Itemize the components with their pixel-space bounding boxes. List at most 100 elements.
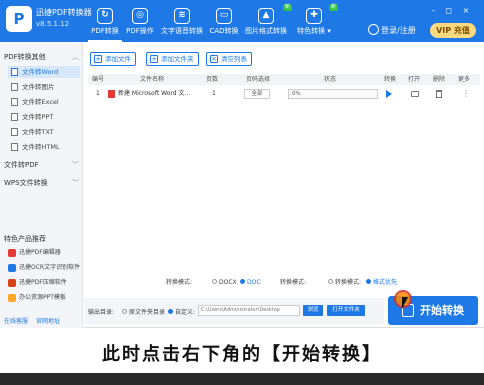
product-pdf-editor[interactable]: 迅捷PDF编辑器 <box>6 247 82 259</box>
play-icon[interactable] <box>386 90 392 98</box>
file-icon <box>11 113 18 121</box>
col-pages: 页数 <box>206 76 219 83</box>
browse-button[interactable]: 浏览 <box>303 305 323 316</box>
option-label: DOCX <box>219 279 237 286</box>
app-name: 迅捷PDF转换器 <box>36 8 92 17</box>
tab-label: PDF操作 <box>126 27 154 35</box>
product-label: 迅捷PDF编辑器 <box>19 249 61 256</box>
sidebar-item-label: 文件转HTML <box>22 143 60 151</box>
col-more: 更多 <box>458 76 471 83</box>
app-window: P 迅捷PDF转换器 v8.5.1.12 ↻ PDF转换 ◎ PDF操作 ≋ 文… <box>0 0 484 328</box>
radio-checked-icon <box>168 309 173 314</box>
tab-text-voice[interactable]: ≋ 文字语音转换 <box>160 0 204 42</box>
product-compress[interactable]: 迅捷PDF压缩软件 <box>6 277 82 289</box>
folder-icon[interactable] <box>411 91 419 97</box>
website-link[interactable]: 官网地址 <box>36 318 60 325</box>
button-label: 清空列表 <box>221 55 247 63</box>
window-controls[interactable]: - ◻ × <box>432 6 473 15</box>
sidebar-item-to-excel[interactable]: 文件转Excel <box>8 96 80 108</box>
cursor-icon <box>402 297 408 309</box>
tab-pdf-operate[interactable]: ◎ PDF操作 <box>124 0 156 42</box>
product-label: 迅捷OCR文字识别软件 <box>19 264 81 271</box>
sidebar-section-pdf-convert[interactable]: PDF转换其他 ︿ <box>4 52 79 62</box>
option-label: 原文件夹目录 <box>129 309 166 316</box>
section-label: 文件转PDF <box>4 161 39 169</box>
app-logo: P <box>6 6 32 32</box>
col-open: 打开 <box>408 76 421 83</box>
add-file-button[interactable]: + 添加文件 <box>90 52 136 66</box>
product-label: 办公资源PPT模板 <box>19 294 66 301</box>
option-label: 自定义: <box>175 309 196 316</box>
trash-icon[interactable] <box>436 90 442 98</box>
col-convert: 转换 <box>384 76 397 83</box>
chevron-down-icon: ▾ <box>327 27 331 35</box>
audio-icon: ≋ <box>174 8 190 24</box>
output-custom-option[interactable]: 自定义: <box>168 307 195 316</box>
vip-button[interactable]: VIP 充值 <box>430 23 476 38</box>
refresh-icon: ↻ <box>97 8 113 24</box>
image-icon: ▲ <box>258 8 274 24</box>
tab-image-format[interactable]: ▲ 图片格式转换 新 <box>244 0 292 42</box>
login-link[interactable]: 登录/注册 <box>368 24 416 36</box>
page-range-select[interactable]: 全部 <box>244 89 270 99</box>
sidebar-item-to-ppt[interactable]: 文件转PPT <box>8 111 80 123</box>
format-docx-option[interactable]: DOCX <box>212 276 237 290</box>
product-ppt-template[interactable]: 办公资源PPT模板 <box>6 292 82 304</box>
sidebar-footer: 在线客服 官网地址 <box>4 316 66 325</box>
format-doc-option[interactable]: DOC <box>240 276 261 290</box>
video-caption: 此时点击右下角的【开始转换】 <box>102 344 382 365</box>
cad-icon: ▭ <box>216 8 232 24</box>
app-version: v8.5.1.12 <box>36 20 70 28</box>
settings-icon: ◎ <box>132 8 148 24</box>
compress-icon <box>8 279 16 287</box>
sidebar-item-to-image[interactable]: 文件转图片 <box>8 81 80 93</box>
section-label: WPS文件转换 <box>4 179 48 187</box>
sidebar-item-to-txt[interactable]: 文件转TXT <box>8 126 80 138</box>
chevron-down-icon: ﹀ <box>72 179 79 187</box>
sidebar: PDF转换其他 ︿ 文件转Word 文件转图片 文件转Excel 文件转PPT … <box>0 42 83 328</box>
radio-icon <box>122 309 127 314</box>
sidebar-section-wps[interactable]: WPS文件转换 ﹀ <box>4 178 79 188</box>
clear-list-button[interactable]: × 清空列表 <box>206 52 252 66</box>
mode-text-option[interactable]: 转换模式: <box>328 276 361 290</box>
product-ocr[interactable]: 迅捷OCR文字识别软件 <box>6 262 82 274</box>
user-icon <box>368 24 379 35</box>
ppt-icon <box>8 294 16 302</box>
sidebar-item-to-html[interactable]: 文件转HTML <box>8 141 80 153</box>
online-service-link[interactable]: 在线客服 <box>4 318 28 325</box>
button-label: 开始转换 <box>420 304 464 317</box>
progress-bar: 0% <box>288 89 378 99</box>
radio-icon <box>212 279 217 284</box>
tab-cad[interactable]: ▭ CAD转换 <box>208 0 240 42</box>
open-folder-button[interactable]: 打开文件夹 <box>327 305 365 316</box>
section-label: PDF转换其他 <box>4 53 46 61</box>
product-label: 迅捷PDF压缩软件 <box>19 279 67 286</box>
sidebar-item-to-word[interactable]: 文件转Word <box>8 66 80 78</box>
option-label: 格式优先 <box>373 279 398 286</box>
output-path-field[interactable]: C:\Users\Administrator\Desktop <box>198 305 300 316</box>
col-index: 编号 <box>92 76 105 83</box>
format-label: 转换模式: <box>166 279 193 286</box>
sidebar-item-label: 文件转Excel <box>22 98 59 106</box>
tab-label: 文字语音转换 <box>161 27 203 35</box>
output-original-option[interactable]: 原文件夹目录 <box>122 307 165 316</box>
tab-pdf-convert[interactable]: ↻ PDF转换 <box>88 0 122 42</box>
add-folder-button[interactable]: + 添加文件夹 <box>146 52 199 66</box>
video-bar <box>0 373 484 385</box>
tab-special[interactable]: ✚ 特色转换 ▾ 新 <box>294 0 338 42</box>
button-label: 添加文件 <box>105 55 131 63</box>
sidebar-item-label: 文件转PPT <box>22 113 54 121</box>
gift-icon: ✚ <box>306 8 322 24</box>
col-status: 状态 <box>324 76 337 83</box>
more-icon[interactable]: ⋮ <box>462 87 470 101</box>
screenshot: P 迅捷PDF转换器 v8.5.1.12 ↻ PDF转换 ◎ PDF操作 ≋ 文… <box>0 0 484 385</box>
table-row[interactable]: 1 新建 Microsoft Word 文... 1 全部 0% ⋮ <box>88 87 480 101</box>
products-title: 特色产品推荐 <box>4 235 46 243</box>
format-bar: 转换模式: DOCX DOC 转换模式: 转换模式: 格式优先 <box>84 276 484 290</box>
file-icon <box>11 98 18 106</box>
pdf-file-icon <box>108 90 115 98</box>
pdf-editor-icon <box>8 249 16 257</box>
mode-label: 转换模式: <box>280 279 307 286</box>
mode-layout-option[interactable]: 格式优先 <box>366 276 397 290</box>
sidebar-section-to-pdf[interactable]: 文件转PDF ﹀ <box>4 160 79 170</box>
